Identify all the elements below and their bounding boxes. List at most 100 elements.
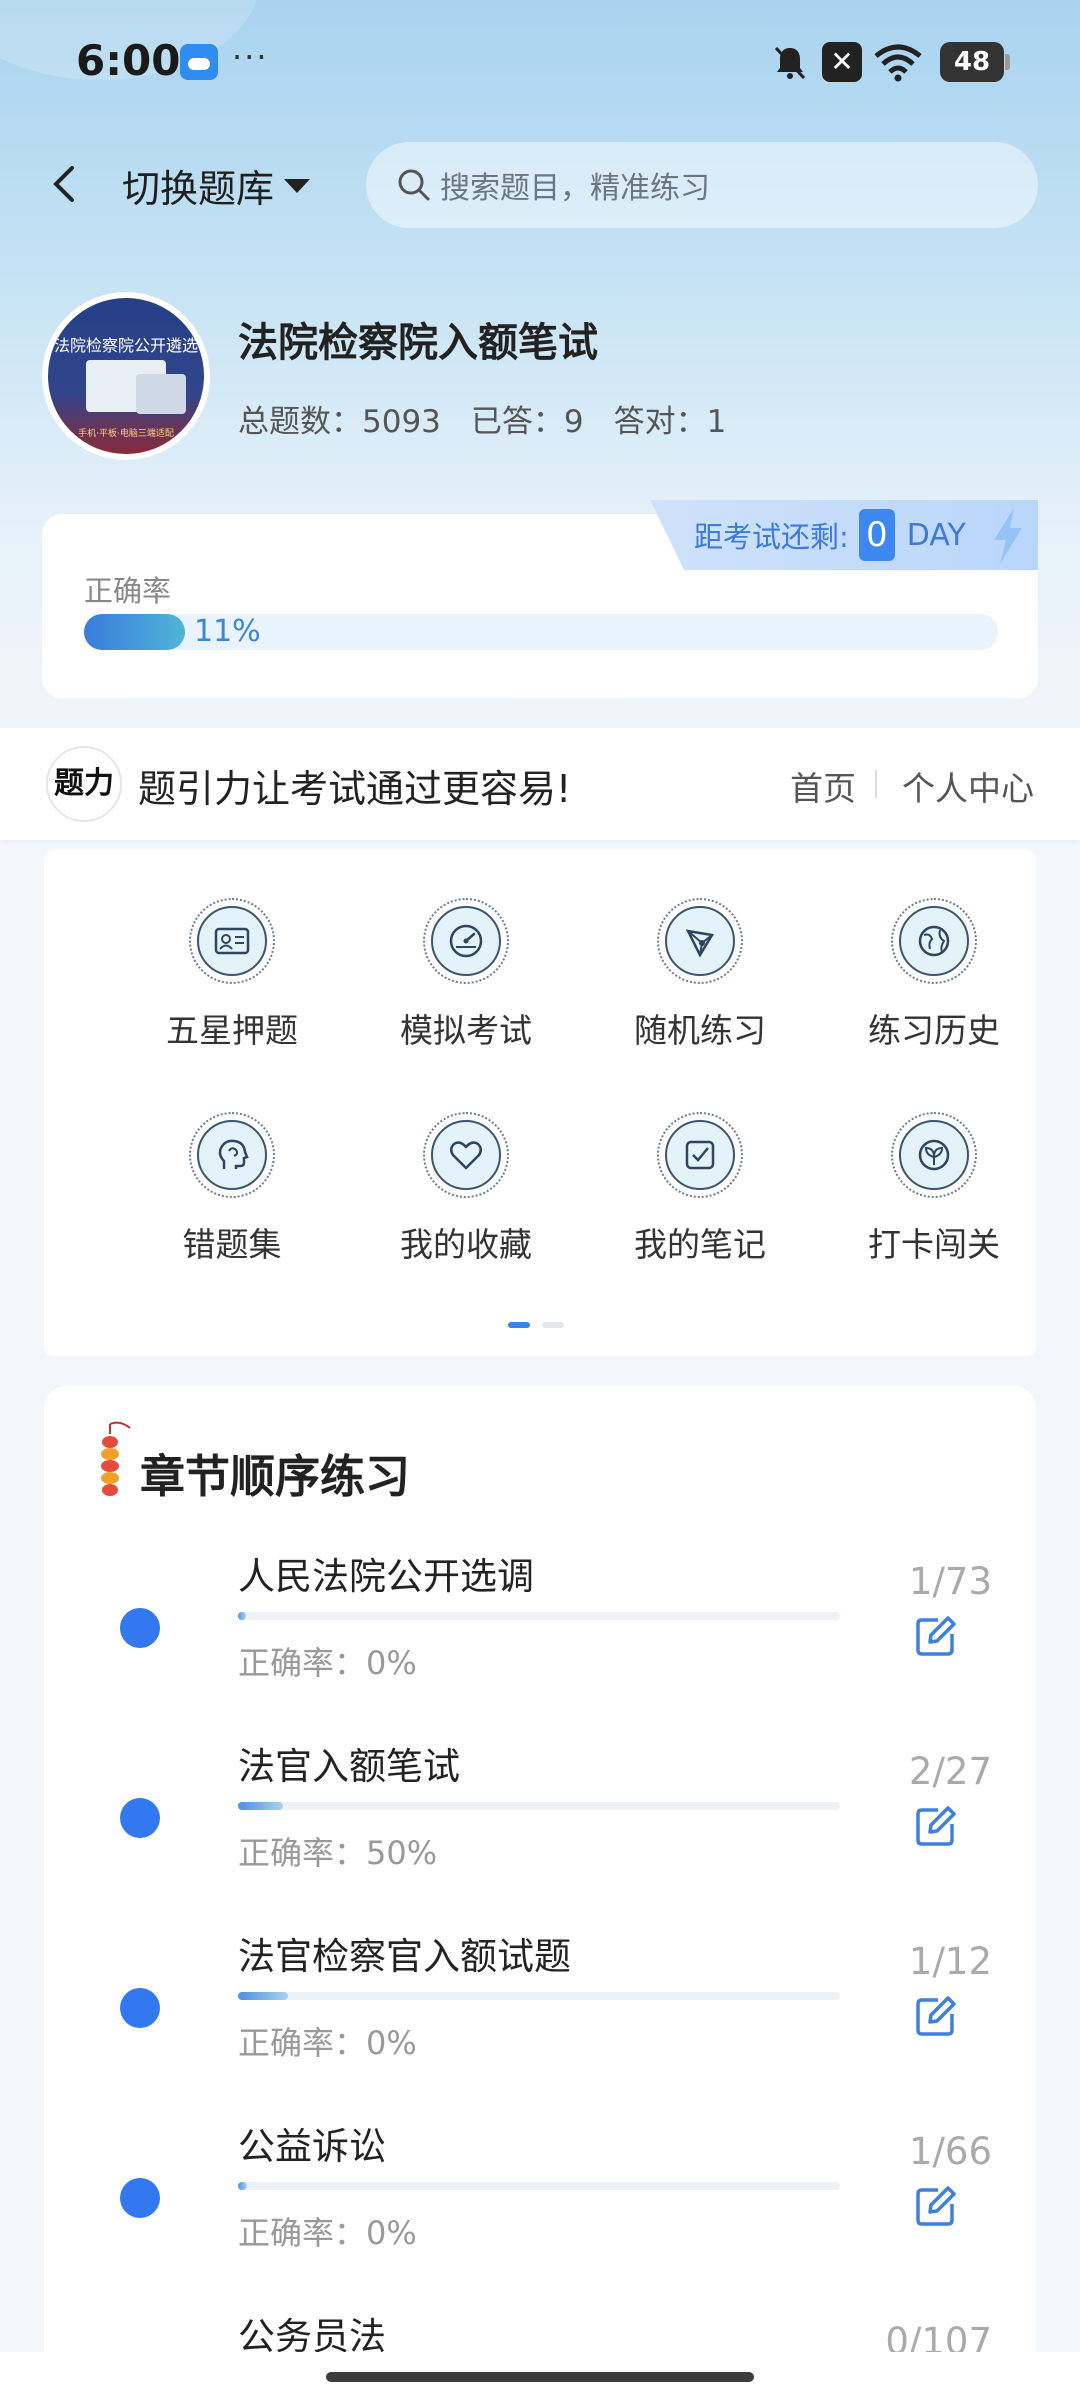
chapter-accuracy: 正确率：0% (238, 1644, 417, 1682)
wifi-icon (874, 44, 922, 82)
status-bar: 6:00 ··· ✕ 48 (0, 0, 1080, 125)
countdown-label: 距考试还剩: (694, 520, 849, 554)
sprout-icon (918, 1139, 950, 1171)
answered-stat: 已答：9 (470, 404, 584, 440)
total-stat: 总题数：5093 (238, 404, 441, 440)
battery-icon: 48 (940, 42, 1010, 82)
banner-slogan: 题引力让考试通过更容易! (138, 767, 572, 811)
feature-label: 五星押题 (166, 1011, 298, 1050)
heart-icon (450, 1141, 482, 1170)
feature-notes[interactable]: 我的笔记 (600, 1112, 800, 1266)
feature-grid: 五星押题 模拟考试 随机练习 练习历史 错题集 我的收藏 我的笔记 打卡闯关 (44, 850, 1036, 1356)
countdown-days: 0 (858, 509, 895, 561)
status-time: 6:00 (76, 36, 181, 85)
feature-label: 错题集 (182, 1225, 282, 1264)
chapter-progress-fill (238, 2182, 248, 2190)
feature-label: 打卡闯关 (868, 1225, 1000, 1264)
chapter-progress-bar (238, 1612, 840, 1620)
page-dot (542, 1322, 564, 1328)
feature-label: 练习历史 (868, 1011, 1000, 1050)
bank-stats: 总题数：5093 已答：9 答对：1 (238, 396, 756, 441)
switch-bank-label: 切换题库 (122, 167, 275, 211)
exam-countdown: 距考试还剩: 0 DAY (650, 500, 1038, 570)
accuracy-value: 11% (194, 614, 261, 649)
chapter-dot (120, 1608, 160, 1648)
brand-logo: 题力 (46, 746, 122, 822)
chapter-progress-bar (238, 1802, 840, 1810)
chapter-dot (120, 1798, 160, 1838)
chapter-count: 1/66 (908, 2130, 992, 2173)
search-icon (398, 169, 430, 201)
edit-icon[interactable] (914, 1804, 958, 1848)
more-notifications-icon: ··· (232, 38, 269, 76)
countdown-unit: DAY (906, 517, 966, 553)
close-box-icon: ✕ (822, 42, 862, 82)
feature-label: 我的收藏 (400, 1225, 532, 1264)
id-card-icon (214, 927, 250, 955)
chapter-progress-fill (238, 1612, 247, 1620)
feature-label: 随机练习 (634, 1011, 766, 1050)
search-placeholder: 搜索题目，精准练习 (440, 171, 710, 206)
chapter-count: 2/27 (908, 1750, 992, 1793)
edit-icon[interactable] (914, 1614, 958, 1658)
chapter-item[interactable]: 公益诉讼 正确率：0% 1/66 (44, 2116, 1036, 2306)
chapter-count: 1/12 (908, 1940, 992, 1983)
accuracy-progress-fill (84, 614, 185, 650)
bank-title: 法院检察院入额笔试 (238, 320, 598, 366)
bell-off-icon (774, 46, 806, 80)
lightning-icon (994, 508, 1022, 564)
correct-stat: 答对：1 (613, 404, 727, 440)
home-indicator[interactable] (326, 2372, 754, 2382)
globe-icon (918, 925, 950, 957)
feature-label: 我的笔记 (634, 1225, 766, 1264)
home-link[interactable]: 首页 (790, 762, 856, 810)
weather-icon (180, 44, 218, 80)
feature-practice-history[interactable]: 练习历史 (834, 898, 1034, 1052)
chapter-progress-fill (238, 1992, 288, 2000)
chapter-name: 人民法院公开选调 (238, 1555, 534, 1598)
feature-mock-exam[interactable]: 模拟考试 (366, 898, 566, 1052)
cover-subtext: 手机·平板·电脑三端适配 (78, 429, 174, 439)
accuracy-label: 正确率 (84, 574, 172, 608)
cover-text: 法院检察院公开遴选 (53, 336, 198, 355)
chapter-progress-bar (238, 2182, 840, 2190)
chapter-item[interactable]: 法官入额笔试 正确率：50% 2/27 (44, 1736, 1036, 1926)
chapter-section-title: 章节顺序练习 (140, 1450, 411, 1503)
chapter-accuracy: 正确率：0% (238, 2214, 417, 2252)
switch-bank-button[interactable]: 切换题库 (122, 158, 311, 213)
chapter-accuracy: 正确率：50% (238, 1834, 438, 1872)
feature-check-in[interactable]: 打卡闯关 (834, 1112, 1034, 1266)
chapter-progress-bar (238, 1992, 840, 2000)
chapter-name: 公益诉讼 (238, 2125, 386, 2168)
edit-icon[interactable] (914, 2184, 958, 2228)
chapter-count: 1/73 (908, 1560, 992, 1603)
chapter-progress-fill (238, 1802, 283, 1810)
chapter-item[interactable]: 法官检察官入额试题 正确率：0% 1/12 (44, 1926, 1036, 2116)
feature-random-practice[interactable]: 随机练习 (600, 898, 800, 1052)
edit-icon[interactable] (914, 1994, 958, 2038)
chapter-name: 法官检察官入额试题 (238, 1935, 571, 1978)
chapter-name: 法官入额笔试 (238, 1745, 460, 1788)
gauge-icon (449, 924, 483, 958)
divider (875, 770, 877, 798)
chapter-dot (120, 2178, 160, 2218)
caret-down-icon (284, 178, 311, 193)
feature-wrong-questions[interactable]: 错题集 (132, 1112, 332, 1266)
accuracy-progress-bar: 11% (84, 614, 998, 650)
feature-five-star[interactable]: 五星押题 (132, 898, 332, 1052)
head-icon (218, 1139, 249, 1169)
search-input[interactable]: 搜索题目，精准练习 (366, 142, 1038, 228)
chapter-accuracy: 正确率：0% (238, 2024, 417, 2062)
back-arrow-icon[interactable] (44, 162, 88, 206)
bank-cover-image[interactable]: 法院检察院公开遴选 手机·平板·电脑三端适配 (42, 292, 210, 460)
personal-center-link[interactable]: 个人中心 (902, 762, 1034, 810)
feature-label: 模拟考试 (400, 1011, 532, 1050)
chapter-item[interactable]: 人民法院公开选调 正确率：0% 1/73 (44, 1546, 1036, 1736)
promo-banner: 题力 题引力让考试通过更容易! 首页 个人中心 (0, 728, 1080, 840)
firecracker-icon (101, 1421, 131, 1496)
chapter-dot (120, 1988, 160, 2028)
feature-favorites[interactable]: 我的收藏 (366, 1112, 566, 1266)
note-check-icon (685, 1140, 715, 1170)
page-dot-active (508, 1322, 530, 1328)
page-indicator (508, 1322, 564, 1328)
